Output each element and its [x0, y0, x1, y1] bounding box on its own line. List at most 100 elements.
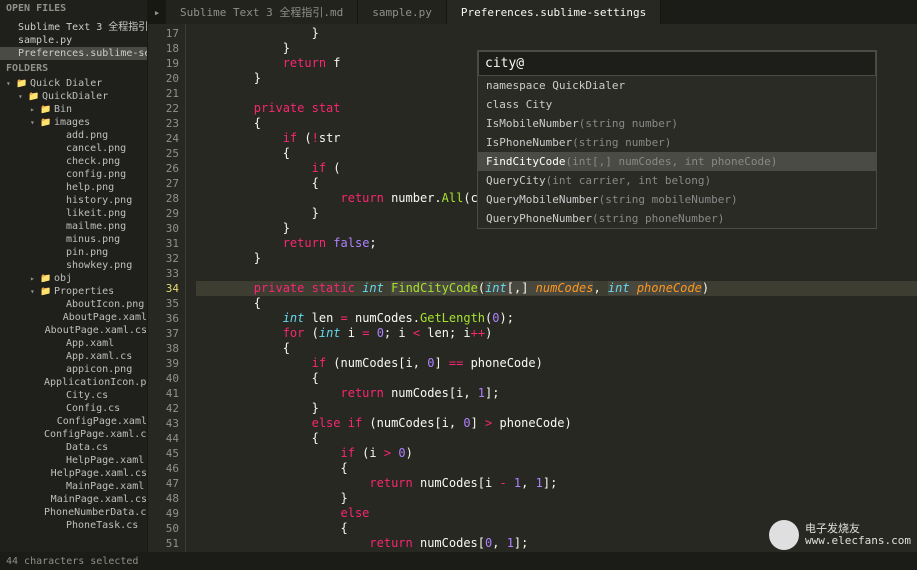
symbol-label: class City	[486, 98, 552, 111]
file-item[interactable]: ConfigPage.xaml.cs	[0, 428, 147, 441]
open-files-header: OPEN FILES	[0, 0, 147, 17]
file-item[interactable]: AboutPage.xaml	[0, 311, 147, 324]
file-item[interactable]: check.png	[0, 155, 147, 168]
file-item[interactable]: MainPage.xaml.cs	[0, 493, 147, 506]
file-item[interactable]: appicon.png	[0, 363, 147, 376]
line-number: 52	[148, 551, 179, 552]
line-number: 45	[148, 446, 179, 461]
file-item[interactable]: City.cs	[0, 389, 147, 402]
tree-item-label: add.png	[66, 130, 108, 141]
line-number: 24	[148, 131, 179, 146]
goto-symbol-item[interactable]: class City	[478, 95, 876, 114]
goto-symbol-input[interactable]	[478, 51, 876, 76]
goto-symbol-item[interactable]: QueryMobileNumber(string mobileNumber)	[478, 190, 876, 209]
line-number: 25	[148, 146, 179, 161]
symbol-label: QueryPhoneNumber	[486, 212, 592, 225]
tree-item-label: Quick Dialer	[30, 78, 102, 89]
code-line: return numCodes[i - 1, 1];	[196, 476, 917, 491]
folder-item[interactable]: ▾📁Properties	[0, 285, 147, 298]
folder-item[interactable]: ▾📁Quick Dialer	[0, 77, 147, 90]
chevron-down-icon: ▾	[18, 92, 28, 101]
editor-tab[interactable]: Sublime Text 3 全程指引.md	[166, 0, 358, 24]
file-item[interactable]: HelpPage.xaml.cs	[0, 467, 147, 480]
goto-symbol-item[interactable]: IsMobileNumber(string number)	[478, 114, 876, 133]
tree-item-label: Properties	[54, 286, 114, 297]
line-number: 32	[148, 251, 179, 266]
tab-bar: ▸ Sublime Text 3 全程指引.mdsample.pyPrefere…	[148, 0, 917, 24]
file-item[interactable]: PhoneNumberData.cs	[0, 506, 147, 519]
open-file-item[interactable]: Preferences.sublime-settings	[0, 47, 147, 60]
folder-item[interactable]: ▾📁QuickDialer	[0, 90, 147, 103]
chevron-down-icon: ▾	[30, 287, 40, 296]
file-item[interactable]: cancel.png	[0, 142, 147, 155]
file-item[interactable]: showkey.png	[0, 259, 147, 272]
file-item[interactable]: Config.cs	[0, 402, 147, 415]
code-line: {	[196, 461, 917, 476]
tree-item-label: pin.png	[66, 247, 108, 258]
line-number: 26	[148, 161, 179, 176]
editor-tab[interactable]: Preferences.sublime-settings	[447, 0, 661, 24]
file-item[interactable]: AboutPage.xaml.cs	[0, 324, 147, 337]
line-number: 43	[148, 416, 179, 431]
file-item[interactable]: App.xaml.cs	[0, 350, 147, 363]
folder-icon: 📁	[40, 118, 52, 128]
symbol-label: namespace QuickDialer	[486, 79, 625, 92]
code-line: }	[196, 401, 917, 416]
file-item[interactable]: add.png	[0, 129, 147, 142]
symbol-signature: (string phoneNumber)	[592, 212, 724, 225]
status-text: 44 characters selected	[6, 556, 138, 567]
tree-item-label: help.png	[66, 182, 114, 193]
file-item[interactable]: minus.png	[0, 233, 147, 246]
goto-symbol-item[interactable]: QueryCity(int carrier, int belong)	[478, 171, 876, 190]
file-item[interactable]: App.xaml	[0, 337, 147, 350]
folder-item[interactable]: ▾📁images	[0, 116, 147, 129]
folder-icon: 📁	[16, 79, 28, 89]
code-line: else	[196, 506, 917, 521]
line-number: 39	[148, 356, 179, 371]
file-item[interactable]: PhoneTask.cs	[0, 519, 147, 532]
symbol-label: IsMobileNumber	[486, 117, 579, 130]
tree-item-label: likeit.png	[66, 208, 126, 219]
file-item[interactable]: AboutIcon.png	[0, 298, 147, 311]
folder-item[interactable]: ▸📁Bin	[0, 103, 147, 116]
tree-item-label: ApplicationIcon.png	[44, 377, 147, 388]
file-item[interactable]: help.png	[0, 181, 147, 194]
line-number: 48	[148, 491, 179, 506]
code-area[interactable]: 1718192021222324252627282930313233343536…	[148, 24, 917, 552]
file-item[interactable]: MainPage.xaml	[0, 480, 147, 493]
line-number: 47	[148, 476, 179, 491]
code-line: if (numCodes[i, 0] == phoneCode)	[196, 356, 917, 371]
code-line: private static int FindCityCode(int[,] n…	[196, 281, 917, 296]
goto-symbol-item[interactable]: namespace QuickDialer	[478, 76, 876, 95]
tree-item-label: Bin	[54, 104, 72, 115]
file-item[interactable]: pin.png	[0, 246, 147, 259]
tab-dropdown-icon[interactable]: ▸	[148, 0, 166, 24]
line-number: 17	[148, 26, 179, 41]
file-item[interactable]: ApplicationIcon.png	[0, 376, 147, 389]
open-file-item[interactable]: Sublime Text 3 全程指引.md	[0, 17, 147, 34]
file-item[interactable]: Data.cs	[0, 441, 147, 454]
chevron-down-icon: ▾	[30, 118, 40, 127]
line-number: 21	[148, 86, 179, 101]
tree-item-label: AboutIcon.png	[66, 299, 144, 310]
open-file-item[interactable]: sample.py	[0, 34, 147, 47]
editor-tab[interactable]: sample.py	[358, 0, 447, 24]
file-item[interactable]: mailme.png	[0, 220, 147, 233]
tree-item-label: AboutPage.xaml.cs	[45, 325, 147, 336]
chevron-right-icon: ▸	[30, 105, 40, 114]
file-item[interactable]: config.png	[0, 168, 147, 181]
goto-symbol-item[interactable]: IsPhoneNumber(string number)	[478, 133, 876, 152]
folder-item[interactable]: ▸📁obj	[0, 272, 147, 285]
line-number: 49	[148, 506, 179, 521]
goto-symbol-item[interactable]: FindCityCode(int[,] numCodes, int phoneC…	[478, 152, 876, 171]
tree-item-label: App.xaml.cs	[66, 351, 132, 362]
file-item[interactable]: history.png	[0, 194, 147, 207]
file-item[interactable]: likeit.png	[0, 207, 147, 220]
folder-icon: 📁	[40, 105, 52, 115]
goto-symbol-item[interactable]: QueryPhoneNumber(string phoneNumber)	[478, 209, 876, 228]
symbol-label: QueryMobileNumber	[486, 193, 599, 206]
file-item[interactable]: ConfigPage.xaml	[0, 415, 147, 428]
sidebar: OPEN FILES Sublime Text 3 全程指引.mdsample.…	[0, 0, 148, 552]
folder-icon: 📁	[40, 287, 52, 297]
file-item[interactable]: HelpPage.xaml	[0, 454, 147, 467]
